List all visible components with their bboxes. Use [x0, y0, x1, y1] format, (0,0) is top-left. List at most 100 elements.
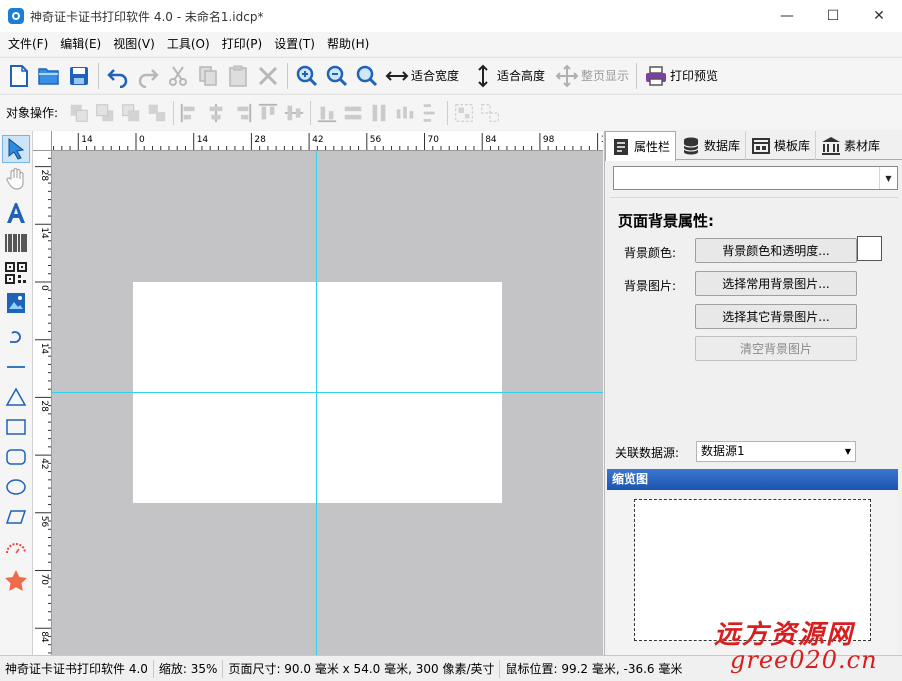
zoom-out-button[interactable]: [322, 61, 352, 91]
menu-file[interactable]: 文件(F): [2, 32, 54, 56]
vertical-guide-line[interactable]: [316, 151, 317, 655]
save-file-button[interactable]: [64, 61, 94, 91]
distribute-v-icon[interactable]: [418, 100, 444, 126]
bg-clear-image-button[interactable]: 清空背景图片: [695, 336, 857, 361]
new-file-button[interactable]: [4, 61, 34, 91]
zoom-actual-icon: [355, 64, 379, 88]
barcode-tool[interactable]: [2, 229, 30, 257]
send-back-icon[interactable]: [92, 100, 118, 126]
fit-height-button[interactable]: 适合高度: [468, 61, 548, 91]
align-top-icon[interactable]: [255, 100, 281, 126]
hand-tool[interactable]: [2, 165, 30, 193]
align-bottom-icon[interactable]: [314, 100, 340, 126]
horizontal-guide-line[interactable]: [52, 392, 603, 393]
same-height-icon[interactable]: [366, 100, 392, 126]
tab-templates[interactable]: 模板库: [746, 131, 817, 160]
ruler-label: 84: [39, 631, 49, 643]
window-controls: — ☐ ✕: [764, 0, 902, 32]
ruler-label: 84: [485, 135, 497, 145]
seal-tool[interactable]: [2, 537, 30, 565]
curve-tool[interactable]: [2, 323, 30, 351]
rectangle-icon: [6, 419, 26, 435]
vertical-ruler-ticks: 28 14 0 14 28 42 56 70 84: [35, 157, 51, 654]
qrcode-tool[interactable]: [2, 259, 30, 287]
zoom-in-button[interactable]: [292, 61, 322, 91]
menu-view[interactable]: 视图(V): [107, 32, 161, 56]
rounded-rect-tool[interactable]: [2, 443, 30, 471]
bring-forward-icon[interactable]: [118, 100, 144, 126]
align-left-icon[interactable]: [177, 100, 203, 126]
datasource-value: 数据源1: [701, 444, 745, 458]
ellipse-tool[interactable]: [2, 473, 30, 501]
bg-color-button[interactable]: 背景颜色和透明度...: [695, 238, 857, 263]
ruler-label: 14: [197, 135, 209, 145]
watermark-line2: gree020.cn: [730, 646, 878, 674]
tool-palette: [0, 131, 33, 655]
align-center-icon[interactable]: [203, 100, 229, 126]
star-tool[interactable]: [2, 567, 30, 595]
menu-help[interactable]: 帮助(H): [321, 32, 375, 56]
triangle-tool[interactable]: [2, 383, 30, 411]
close-button[interactable]: ✕: [856, 0, 902, 32]
design-canvas[interactable]: [52, 151, 603, 655]
object-selector-combo[interactable]: ▼: [613, 166, 898, 190]
select-tool[interactable]: [2, 135, 30, 163]
fit-width-button[interactable]: 适合宽度: [382, 61, 462, 91]
ungroup-icon[interactable]: [477, 100, 503, 126]
maximize-button[interactable]: ☐: [810, 0, 856, 32]
align-middle-icon[interactable]: [281, 100, 307, 126]
vertical-ruler[interactable]: 28 14 0 14 28 42 56 70 84: [33, 151, 52, 655]
tab-assets[interactable]: 素材库: [816, 131, 885, 160]
tab-assets-label: 素材库: [844, 139, 881, 153]
library-icon: [822, 136, 841, 155]
same-width-icon[interactable]: [340, 100, 366, 126]
copy-button[interactable]: [193, 61, 223, 91]
full-page-button[interactable]: 整页显示: [552, 61, 632, 91]
distribute-h-icon[interactable]: [392, 100, 418, 126]
ruler-label: 42: [39, 458, 49, 469]
text-tool[interactable]: [2, 199, 30, 227]
bg-color-swatch[interactable]: [857, 236, 882, 261]
ruler-corner: [33, 131, 52, 151]
cut-button[interactable]: [163, 61, 193, 91]
bg-other-image-button[interactable]: 选择其它背景图片...: [695, 304, 857, 329]
zoom-in-icon: [295, 64, 319, 88]
print-preview-button[interactable]: 打印预览: [641, 61, 721, 91]
line-tool[interactable]: [2, 353, 30, 381]
menu-edit[interactable]: 编辑(E): [54, 32, 107, 56]
rectangle-tool[interactable]: [2, 413, 30, 441]
menu-print[interactable]: 打印(P): [216, 32, 269, 56]
align-right-icon[interactable]: [229, 100, 255, 126]
star-icon: [5, 570, 27, 591]
send-backward-icon[interactable]: [144, 100, 170, 126]
vertical-arrows-icon: [471, 64, 495, 88]
ruler-label: 0: [139, 135, 145, 145]
chevron-down-icon: ▼: [844, 447, 851, 456]
tab-properties-label: 属性栏: [634, 140, 671, 154]
ruler-label: 56: [39, 516, 49, 528]
menu-tools[interactable]: 工具(O): [161, 32, 216, 56]
undo-icon: [106, 64, 130, 88]
chevron-down-icon[interactable]: ▼: [879, 167, 897, 189]
parallelogram-tool[interactable]: [2, 503, 30, 531]
open-file-button[interactable]: [34, 61, 64, 91]
horizontal-ruler[interactable]: 14 0 14 28 42 56 70 84 98 11: [52, 131, 603, 151]
tab-properties[interactable]: 属性栏: [605, 131, 677, 161]
undo-button[interactable]: [103, 61, 133, 91]
tab-database-label: 数据库: [704, 139, 741, 153]
minimize-button[interactable]: —: [764, 0, 810, 32]
redo-button[interactable]: [133, 61, 163, 91]
bring-front-icon[interactable]: [66, 100, 92, 126]
group-icon[interactable]: [451, 100, 477, 126]
ellipse-icon: [6, 479, 26, 495]
delete-button[interactable]: [253, 61, 283, 91]
fit-height-label: 适合高度: [497, 69, 546, 83]
bg-common-image-button[interactable]: 选择常用背景图片...: [695, 271, 857, 296]
tab-database[interactable]: 数据库: [676, 131, 747, 160]
bg-color-label: 背景颜色:: [624, 246, 677, 260]
paste-button[interactable]: [223, 61, 253, 91]
datasource-select[interactable]: 数据源1 ▼: [696, 441, 856, 462]
image-tool[interactable]: [2, 289, 30, 317]
zoom-actual-button[interactable]: [352, 61, 382, 91]
menu-settings[interactable]: 设置(T): [268, 32, 321, 56]
